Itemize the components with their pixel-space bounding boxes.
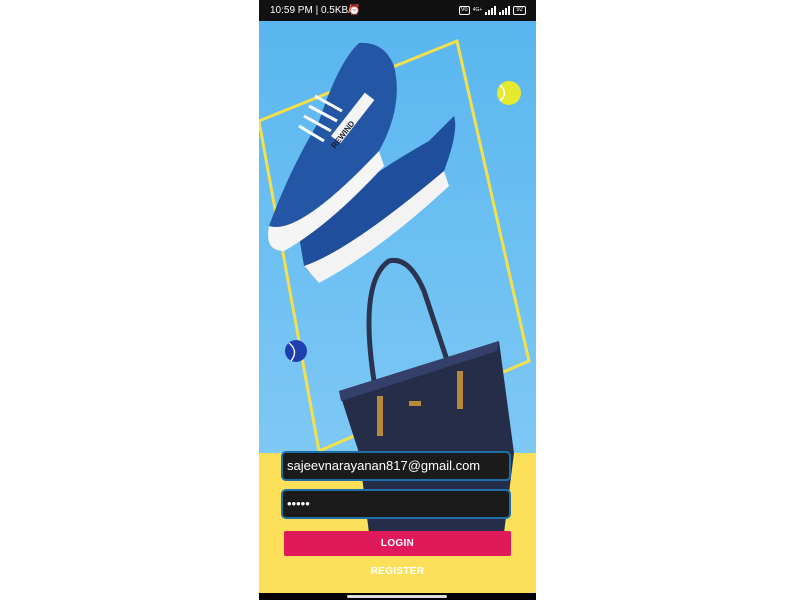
handbag bbox=[339, 257, 514, 453]
data-badge: 4G+ bbox=[472, 7, 483, 13]
battery-icon: 92 bbox=[513, 6, 526, 15]
login-button[interactable]: LOGIN bbox=[284, 531, 511, 556]
blue-ball-icon bbox=[285, 340, 307, 362]
volte-badge: Vo bbox=[458, 6, 470, 15]
status-bar: 10:59 PM | 0.5KB/s ⏰ Vo 4G+ 92 bbox=[259, 0, 536, 21]
hero-illustration: REWIND bbox=[259, 38, 531, 453]
status-time: 10:59 PM | 0.5KB/s bbox=[270, 5, 356, 16]
hero-banner: REWIND bbox=[259, 21, 536, 453]
phone-screen: 10:59 PM | 0.5KB/s ⏰ Vo 4G+ 92 REWIND sa… bbox=[259, 0, 536, 600]
email-field[interactable]: sajeevnarayanan817@gmail.com bbox=[281, 451, 511, 481]
status-icons: Vo 4G+ 92 bbox=[458, 0, 526, 21]
password-field[interactable]: ••••• bbox=[281, 489, 511, 519]
register-link[interactable]: REGISTER bbox=[259, 566, 536, 577]
navigation-bar bbox=[259, 593, 536, 600]
home-gesture-pill[interactable] bbox=[347, 595, 447, 598]
alarm-clock-icon: ⏰ bbox=[348, 5, 361, 16]
signal-icon bbox=[485, 6, 497, 15]
tennis-ball-icon bbox=[497, 81, 521, 105]
signal-icon-2 bbox=[499, 6, 511, 15]
